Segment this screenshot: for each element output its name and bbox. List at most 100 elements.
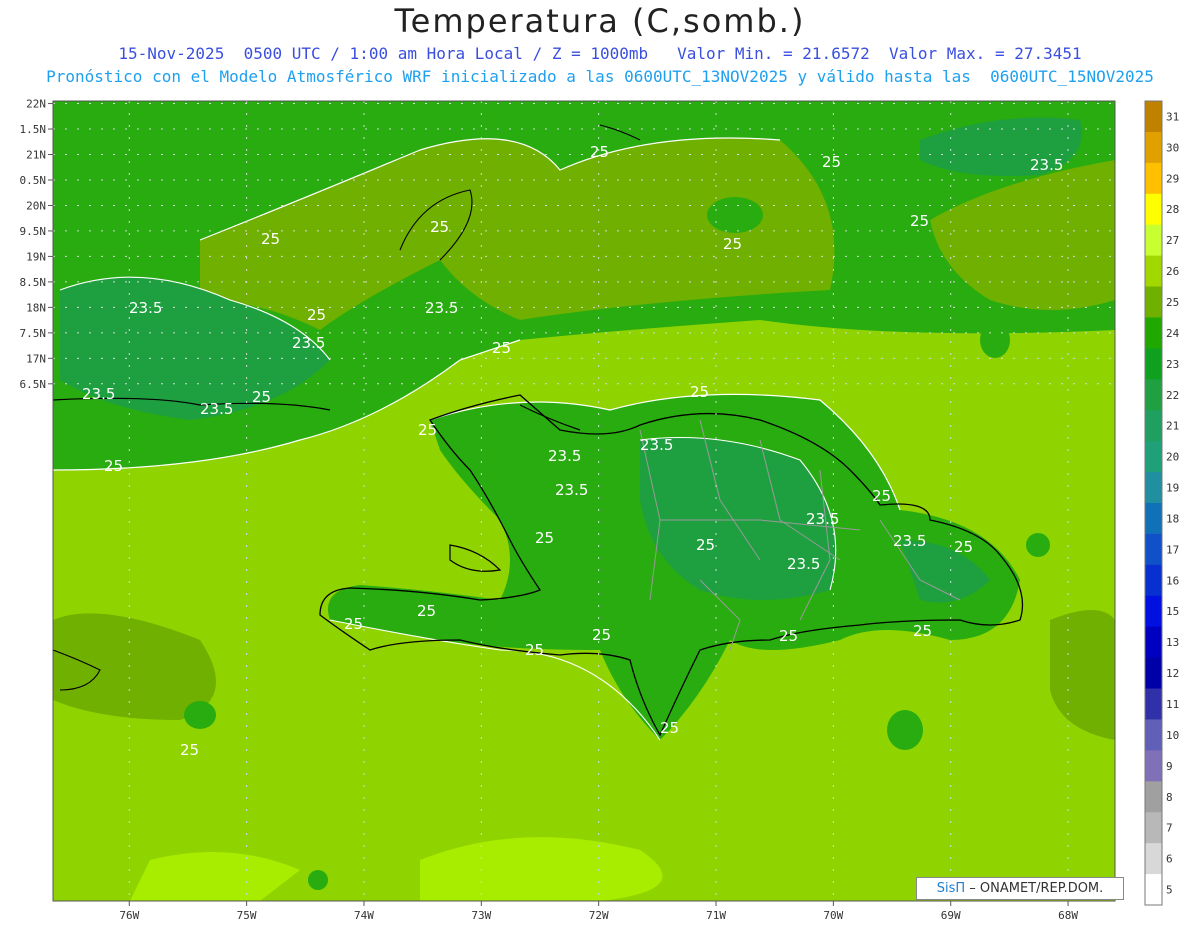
colorbar-swatch bbox=[1145, 131, 1162, 164]
zone-24 bbox=[980, 322, 1010, 358]
contour-label: 23.5 bbox=[555, 481, 588, 499]
contour-label: 23.5 bbox=[640, 436, 673, 454]
contour-label: 25 bbox=[872, 487, 891, 505]
colorbar-label: 12 bbox=[1166, 667, 1179, 680]
contour-label: 25 bbox=[417, 602, 436, 620]
contour-label: 25 bbox=[779, 627, 798, 645]
colorbar-label: 30 bbox=[1166, 141, 1179, 154]
contour-label: 25 bbox=[696, 536, 715, 554]
y-tick-label: 22N bbox=[26, 98, 46, 111]
colorbar-label: 24 bbox=[1166, 327, 1180, 340]
contour-label: 25 bbox=[660, 719, 679, 737]
colorbar-label: 26 bbox=[1166, 265, 1179, 278]
colorbar-swatch bbox=[1145, 874, 1162, 906]
contour-label: 25 bbox=[430, 218, 449, 236]
contour-label: 25 bbox=[307, 306, 326, 324]
contour-label: 25 bbox=[252, 388, 271, 406]
y-tick-label: 9.5N bbox=[20, 225, 47, 238]
contour-label: 25 bbox=[592, 626, 611, 644]
contour-label: 23.5 bbox=[787, 555, 820, 573]
contour-label: 23.5 bbox=[129, 299, 162, 317]
contour-label: 23.5 bbox=[292, 334, 325, 352]
colorbar-label: 7 bbox=[1166, 822, 1173, 835]
zone-24 bbox=[184, 701, 216, 729]
contour-label: 25 bbox=[104, 457, 123, 475]
contour-label: 25 bbox=[418, 421, 437, 439]
x-tick-label: 69W bbox=[941, 909, 961, 922]
colorbar-swatch bbox=[1145, 162, 1162, 195]
colorbar-swatch bbox=[1145, 472, 1162, 504]
colorbar-label: 27 bbox=[1166, 234, 1179, 247]
contour-label: 23.5 bbox=[82, 385, 115, 403]
contour-label: 25 bbox=[822, 153, 841, 171]
x-tick-label: 75W bbox=[237, 909, 257, 922]
colorbar-swatch bbox=[1145, 657, 1162, 690]
colorbar-swatch bbox=[1145, 626, 1162, 659]
colorbar-swatch bbox=[1145, 193, 1162, 226]
colorbar-swatch bbox=[1145, 101, 1162, 133]
y-tick-label: 18N bbox=[26, 301, 46, 314]
y-tick-label: 19N bbox=[26, 250, 46, 263]
credit-box: SisΠ – ONAMET/REP.DOM. bbox=[916, 877, 1124, 900]
colorbar-label: 28 bbox=[1166, 203, 1179, 216]
colorbar-label: 15 bbox=[1166, 605, 1179, 618]
colorbar-swatch bbox=[1145, 750, 1162, 782]
colorbar-swatch bbox=[1145, 503, 1162, 535]
y-tick-label: 6.5N bbox=[20, 378, 47, 391]
x-tick-label: 68W bbox=[1058, 909, 1078, 922]
y-tick-label: 8.5N bbox=[20, 276, 47, 289]
colorbar-swatch bbox=[1145, 564, 1162, 597]
colorbar-label: 17 bbox=[1166, 543, 1179, 556]
y-axis-labels: 22N 1.5N 21N 0.5N 20N 9.5N 19N 8.5N 18N 7.5N 17N 6.… bbox=[20, 98, 53, 391]
colorbar-label: 5 bbox=[1166, 884, 1173, 897]
y-tick-label: 17N bbox=[26, 352, 46, 365]
colorbar-swatch bbox=[1145, 379, 1162, 411]
colorbar-label: 11 bbox=[1166, 698, 1179, 711]
colorbar-swatch bbox=[1145, 595, 1162, 628]
colorbar-swatch bbox=[1145, 255, 1162, 288]
colorbar-swatch bbox=[1145, 224, 1162, 257]
colorbar-label: 16 bbox=[1166, 574, 1179, 587]
temperature-map: 25 25 23.5 25 25 25 25 23.5 23.5 25 23.5… bbox=[20, 98, 1180, 922]
colorbar-label: 31 bbox=[1166, 110, 1179, 123]
colorbar-swatch bbox=[1145, 441, 1162, 473]
contour-label: 23.5 bbox=[200, 400, 233, 418]
contour-label: 23.5 bbox=[806, 510, 839, 528]
contour-label: 25 bbox=[492, 339, 511, 357]
contour-label: 23.5 bbox=[548, 447, 581, 465]
x-tick-label: 72W bbox=[589, 909, 609, 922]
x-tick-label: 74W bbox=[354, 909, 374, 922]
x-axis-labels: 76W 75W 74W 73W 72W 71W 70W 69W 68W bbox=[119, 901, 1078, 922]
credit-org: – ONAMET/REP.DOM. bbox=[969, 881, 1104, 896]
colorbar-swatch bbox=[1145, 410, 1162, 442]
contour-label: 25 bbox=[344, 615, 363, 633]
sispi-logo: SisΠ bbox=[936, 881, 966, 896]
x-tick-label: 70W bbox=[823, 909, 843, 922]
contour-label: 25 bbox=[954, 538, 973, 556]
colorbar-swatch bbox=[1145, 348, 1162, 380]
y-tick-label: 0.5N bbox=[20, 174, 47, 187]
colorbar: 31 30 29 28 27 26 25 24 23 22 21 20 19 18 17 16 15 13 12 11… bbox=[1144, 100, 1180, 906]
colorbar-label: 25 bbox=[1166, 296, 1179, 309]
zone-24 bbox=[1026, 533, 1050, 557]
x-tick-label: 73W bbox=[471, 909, 491, 922]
colorbar-swatch bbox=[1145, 533, 1162, 566]
colorbar-label: 20 bbox=[1166, 451, 1179, 464]
colorbar-swatch bbox=[1145, 317, 1162, 349]
contour-label: 23.5 bbox=[1030, 156, 1063, 174]
colorbar-label: 21 bbox=[1166, 420, 1179, 433]
x-tick-label: 76W bbox=[119, 909, 139, 922]
contour-label: 25 bbox=[913, 622, 932, 640]
contour-label: 25 bbox=[723, 235, 742, 253]
contour-label: 23.5 bbox=[425, 299, 458, 317]
colorbar-swatch bbox=[1145, 286, 1162, 318]
contour-label: 25 bbox=[261, 230, 280, 248]
colorbar-swatch bbox=[1145, 688, 1162, 720]
x-tick-label: 71W bbox=[706, 909, 726, 922]
colorbar-label: 10 bbox=[1166, 729, 1179, 742]
y-tick-label: 20N bbox=[26, 199, 46, 212]
y-tick-label: 21N bbox=[26, 149, 46, 162]
colorbar-swatch bbox=[1145, 812, 1162, 844]
zone-24 bbox=[887, 710, 923, 750]
colorbar-label: 29 bbox=[1166, 172, 1179, 185]
